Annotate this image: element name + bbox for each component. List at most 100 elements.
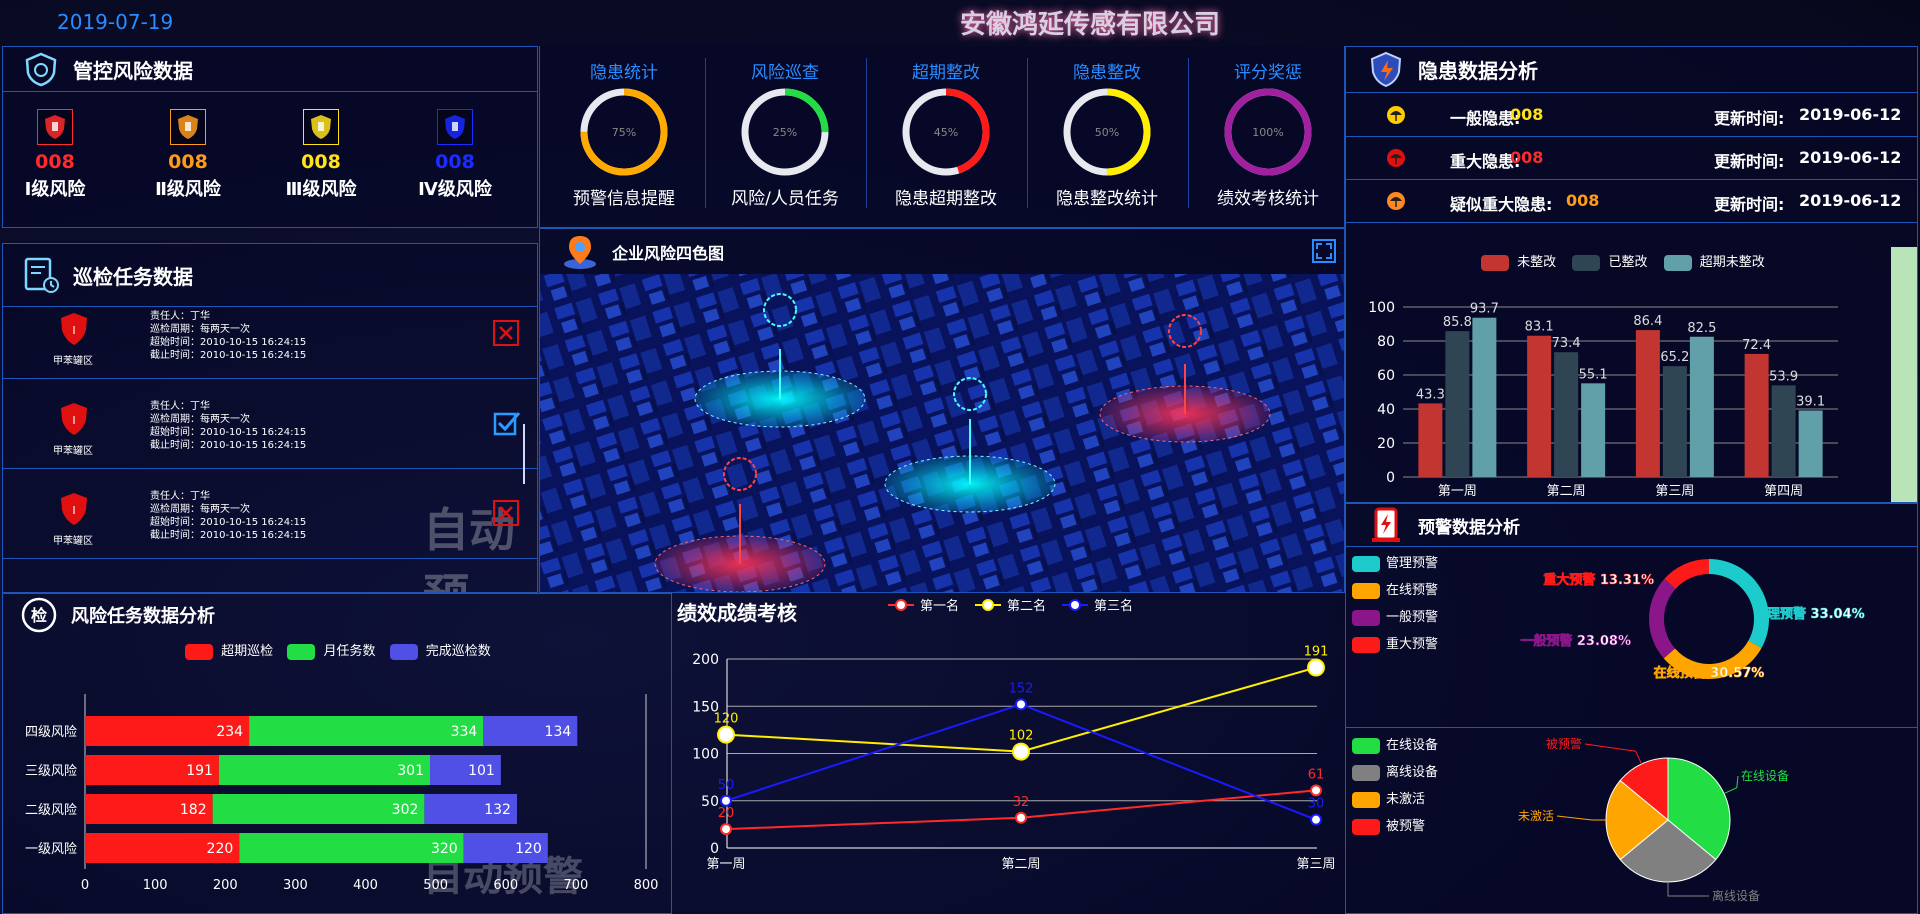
- risk-level-label: Ⅰ级风险: [24, 179, 86, 200]
- task-info-line: 巡检周期：每两天一次: [150, 504, 250, 515]
- task-info-line: 巡检周期：每两天一次: [150, 414, 250, 425]
- bar: [1418, 403, 1443, 477]
- performance-line-chart: 050100150200第一周 第二周 第三周2032611201021915015…: [692, 645, 1335, 872]
- hazard-row[interactable]: 疑似重大隐患: 008 更新时间: 2019-06-12: [1346, 179, 1917, 223]
- expand-icon: [1316, 243, 1332, 259]
- bar: [1527, 335, 1552, 477]
- gauge-item[interactable]: 隐患整改 50% 隐患整改统计: [1027, 46, 1187, 228]
- task-list-scrollbar[interactable]: [523, 424, 525, 484]
- pie-slice-label: 离线设备: [1712, 888, 1760, 903]
- gauge-label: 风险/人员任务: [731, 189, 839, 209]
- legend-swatch: [1663, 254, 1692, 271]
- legend-item[interactable]: 管理预警: [1352, 552, 1438, 572]
- gauge-item[interactable]: 超期整改 45% 隐患超期整改: [866, 46, 1026, 228]
- legend-label: 离线设备: [1386, 765, 1439, 780]
- fullscreen-button[interactable]: [1312, 239, 1336, 263]
- x-tick-label: 500: [423, 878, 448, 893]
- risk-level-count: 008: [435, 151, 475, 173]
- legend-label: 在线设备: [1386, 738, 1439, 753]
- umbrella-icon: [1386, 148, 1406, 168]
- risk-task-title: 风险任务数据分析: [71, 606, 215, 627]
- bar-segment: [249, 716, 484, 746]
- close-icon[interactable]: [493, 320, 519, 346]
- bar-value-label: 53.9: [1769, 369, 1798, 384]
- donut-slice-label: 重大预警 13.31%: [1543, 572, 1654, 588]
- task-area: 甲苯罐区: [53, 536, 93, 547]
- inspect-badge-icon: 检: [21, 597, 57, 633]
- bar-value-label: 120: [515, 841, 542, 857]
- check-icon[interactable]: [493, 410, 521, 436]
- risk-level-item[interactable]: 008 Ⅱ级风险: [138, 109, 238, 201]
- update-time-label: 更新时间:: [1714, 195, 1785, 214]
- risk-control-title: 管控风险数据: [73, 58, 193, 83]
- y-tick-label: 二级风险: [25, 803, 77, 818]
- risk-shield-icon: [303, 109, 339, 145]
- bar: [1635, 330, 1660, 477]
- legend-item[interactable]: 重大预警: [1352, 633, 1438, 653]
- hazard-bar-chart: 0 20 40 60 80 100 第一周 43.3 85.893.7 第二周 83.173.4 55…: [1368, 300, 1838, 499]
- legend-item[interactable]: 第二名: [975, 598, 1046, 615]
- hazard-panel: 隐患数据分析 一般隐患: 008 更新时间: 2019-06-12 重大隐患: 008 更新…: [1345, 46, 1918, 503]
- risk-map-image[interactable]: [540, 274, 1345, 593]
- risk-level-item[interactable]: 008 Ⅳ级风险: [405, 109, 505, 201]
- legend-item[interactable]: 离线设备: [1352, 761, 1438, 781]
- performance-legend: 第一名 第二名 第三名: [888, 595, 1149, 615]
- pie-label-line: [1584, 743, 1643, 765]
- task-info-line: 超始时间：2010-10-15 16:24:15: [150, 517, 307, 528]
- bar-value-label: 55.1: [1579, 367, 1608, 382]
- bar: [1798, 410, 1823, 477]
- y-tick-label: 100: [692, 747, 719, 763]
- scroll-indicator[interactable]: [1891, 247, 1917, 502]
- gauge-ring: 75%: [580, 88, 668, 176]
- task-info-line: 截止时间：2010-10-15 16:24:15: [150, 440, 307, 451]
- data-point: [1015, 698, 1027, 711]
- performance-title: 绩效成绩考核: [677, 601, 797, 625]
- legend-item[interactable]: 在线设备: [1352, 734, 1438, 754]
- legend-item[interactable]: 第三名: [1062, 598, 1133, 614]
- legend-item[interactable]: 在线预警: [1352, 579, 1438, 599]
- gauge-item[interactable]: 评分奖惩 100% 绩效考核统计: [1188, 46, 1348, 228]
- data-point: [1012, 742, 1030, 761]
- data-label: 102: [1009, 729, 1034, 744]
- performance-panel: 绩效成绩考核 第一名 第二名 第三名 0 50 100 150 200 第一周 第二周 第三周 20…: [672, 593, 1345, 914]
- x-tick-label: 第二周: [1001, 857, 1040, 872]
- gauge-ring: 50%: [1063, 88, 1151, 176]
- gauge-title: 超期整改: [912, 63, 980, 83]
- legend-item[interactable]: 被预警: [1352, 815, 1425, 835]
- legend-item[interactable]: 第一名: [888, 598, 959, 615]
- task-row[interactable]: I 甲苯罐区 责任人：丁华 巡检周期：每两天一次 超始时间：2010-10-15 16:…: [3, 396, 537, 469]
- gauge-label: 隐患整改统计: [1056, 189, 1158, 209]
- legend-item[interactable]: 未激活: [1352, 788, 1425, 808]
- donut-slice-label: 一般预警 23.08%: [1520, 633, 1631, 649]
- donut-slice-label: 管理预警 33.04%: [1754, 606, 1865, 622]
- bar: [1689, 336, 1714, 477]
- svg-text:检: 检: [31, 606, 47, 625]
- risk-map-panel: 企业风险四色图: [539, 228, 1345, 593]
- update-time-value: 2019-06-12: [1799, 191, 1902, 210]
- task-info: 责任人：丁华 巡检周期：每两天一次 超始时间：2010-10-15 16:24:15…: [150, 490, 306, 542]
- task-row[interactable]: I 甲苯罐区 责任人：丁华 巡检周期：每两天一次 超始时间：2010-10-15 16:…: [3, 306, 537, 379]
- risk-level-label: Ⅳ级风险: [418, 179, 492, 200]
- legend-marker: [888, 598, 914, 615]
- data-label: 30: [1308, 797, 1325, 812]
- hazard-row[interactable]: 一般隐患: 008 更新时间: 2019-06-12: [1346, 93, 1917, 137]
- data-label: 120: [714, 712, 739, 727]
- inspection-header: 巡检任务数据: [3, 244, 537, 307]
- risk-level-item[interactable]: 008 Ⅲ级风险: [271, 109, 371, 201]
- y-tick-label: 0: [1386, 470, 1395, 486]
- warning-donut-chart: 管理预警 33.04% 在线预警 30.57% 一般预警 23.08% 重大预警 13…: [1520, 559, 1865, 681]
- close-icon[interactable]: [493, 500, 519, 526]
- gauge-divider: [705, 58, 706, 208]
- y-tick-label: 三级风险: [25, 764, 77, 779]
- legend-item[interactable]: 一般预警: [1352, 606, 1438, 626]
- legend-marker: [975, 598, 1002, 615]
- gauge-item[interactable]: 风险巡查 25% 风险/人员任务: [705, 46, 865, 228]
- gauge-divider: [866, 58, 867, 208]
- pie-label-line: [1723, 775, 1739, 795]
- task-row[interactable]: I 甲苯罐区 责任人：丁华 巡检周期：每两天一次 超始时间：2010-10-15 16:…: [3, 486, 537, 559]
- legend-label: 已整改: [1608, 255, 1648, 270]
- gauge-item[interactable]: 隐患统计 75% 预警信息提醒: [544, 46, 704, 228]
- data-label: 32: [1013, 795, 1030, 810]
- hazard-row[interactable]: 重大隐患: 008 更新时间: 2019-06-12: [1346, 136, 1917, 180]
- risk-level-item[interactable]: 008 Ⅰ级风险: [5, 109, 105, 201]
